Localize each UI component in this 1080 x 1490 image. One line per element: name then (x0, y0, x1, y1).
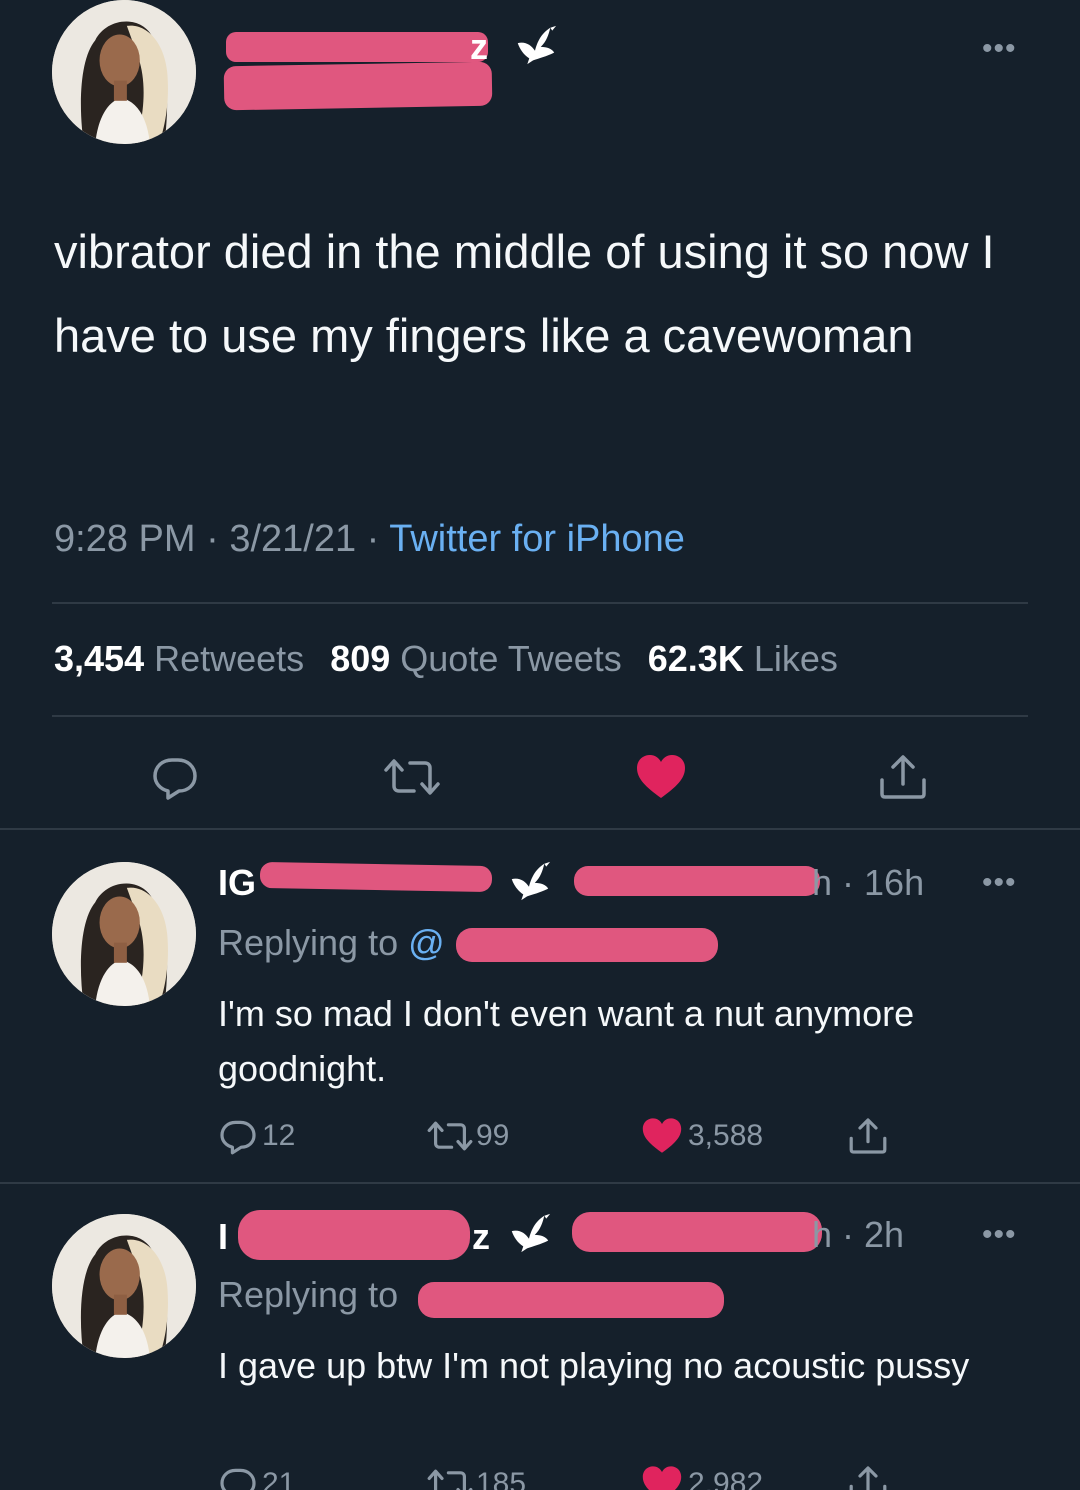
reply-button[interactable]: 12 (218, 1116, 295, 1156)
retweets-stat[interactable]: 3,454 Retweets (54, 638, 304, 679)
dove-icon (506, 1210, 552, 1256)
more-options-icon[interactable]: ••• (982, 868, 1017, 898)
more-options-icon[interactable]: ••• (982, 34, 1017, 64)
username-redaction (238, 1210, 470, 1260)
reply-meta: h · 2h (812, 1214, 905, 1255)
retweet-arrows-icon (384, 759, 440, 795)
share-upload-icon (880, 755, 926, 799)
divider (0, 1182, 1080, 1184)
separator: · (366, 518, 390, 560)
handle-tail: h (812, 1214, 833, 1255)
display-name-fragment: IG (218, 862, 257, 903)
reply-meta: h · 16h (812, 862, 925, 903)
display-name-fragment: z (472, 1216, 490, 1257)
like-count: 2,982 (688, 1467, 764, 1490)
dove-icon (512, 22, 558, 68)
replying-to: Replying to (218, 1274, 398, 1316)
handle-redaction (572, 1212, 822, 1252)
quotes-label: Quote Tweets (400, 638, 622, 679)
retweet-button[interactable]: 99 (424, 1116, 509, 1156)
reply-age: 2h (864, 1214, 905, 1255)
handle-redaction (223, 61, 493, 111)
divider (52, 602, 1028, 604)
retweet-button[interactable]: 185 (424, 1464, 526, 1490)
tweet-text: vibrator died in the middle of using it … (54, 225, 995, 362)
speech-bubble-icon (153, 758, 197, 800)
profile-photo (52, 862, 196, 1006)
retweet-button[interactable] (382, 752, 442, 802)
reply-text: I gave up btw I'm not playing no acousti… (218, 1345, 970, 1386)
dove-icon (506, 858, 552, 904)
reply-text: I'm so mad I don't even want a nut anymo… (218, 993, 915, 1089)
speech-bubble-icon (220, 1468, 256, 1490)
share-button[interactable] (876, 752, 930, 802)
reply-age: 16h (864, 862, 925, 903)
separator: · (206, 518, 230, 560)
avatar[interactable] (52, 0, 196, 144)
like-button[interactable]: 2,982 (640, 1464, 763, 1490)
likes-count: 62.3K (647, 638, 744, 679)
share-upload-icon (849, 1118, 887, 1154)
tweet-date: 3/21/21 (229, 518, 357, 560)
more-options-icon[interactable]: ••• (982, 1220, 1017, 1250)
handle-tail: h (812, 862, 833, 903)
share-button[interactable] (846, 1464, 890, 1490)
avatar[interactable] (52, 1214, 196, 1358)
retweet-count: 185 (476, 1467, 527, 1490)
display-name-fragment: I (218, 1216, 229, 1257)
quotes-stat[interactable]: 809 Quote Tweets (330, 638, 622, 679)
retweets-count: 3,454 (54, 638, 145, 679)
divider (52, 715, 1028, 717)
reply-count: 21 (262, 1467, 296, 1490)
likes-label: Likes (753, 638, 838, 679)
quotes-count: 809 (330, 638, 391, 679)
heart-icon (642, 1118, 682, 1153)
replying-to-label: Replying to (218, 1274, 399, 1315)
replying-to-label: Replying to (218, 922, 399, 963)
like-count: 3,588 (688, 1119, 764, 1152)
profile-photo (52, 0, 196, 144)
share-upload-icon (849, 1466, 887, 1490)
retweet-arrows-icon (427, 1121, 473, 1151)
divider (0, 828, 1080, 830)
handle-redaction (574, 866, 820, 896)
reply-count: 12 (262, 1119, 296, 1152)
replying-to: Replying to @ (218, 922, 445, 964)
tweet-time: 9:28 PM (54, 518, 196, 560)
retweet-arrows-icon (427, 1469, 473, 1490)
reply-button[interactable]: 21 (218, 1464, 295, 1490)
tweet-stats: 3,454 Retweets 809 Quote Tweets 62.3K Like… (54, 638, 838, 680)
replying-to-handle[interactable]: @ (408, 922, 445, 963)
share-button[interactable] (846, 1116, 890, 1156)
tweet-source-link[interactable]: Twitter for iPhone (389, 518, 685, 560)
heart-icon (637, 755, 685, 798)
replying-handle-redaction (456, 928, 718, 962)
like-button[interactable] (634, 752, 688, 802)
profile-photo (52, 1214, 196, 1358)
retweet-count: 99 (476, 1119, 510, 1152)
avatar[interactable] (52, 862, 196, 1006)
heart-icon (642, 1466, 682, 1490)
replying-handle-redaction (418, 1282, 724, 1318)
likes-stat[interactable]: 62.3K Likes (648, 638, 838, 679)
tweet-timestamp: 9:28 PM · 3/21/21 · Twitter for iPhone (54, 518, 685, 561)
speech-bubble-icon (220, 1120, 256, 1155)
retweets-label: Retweets (154, 638, 305, 679)
username-redaction (259, 861, 493, 893)
reply-button[interactable] (150, 752, 200, 802)
like-button[interactable]: 3,588 (640, 1116, 763, 1156)
username-redaction (226, 32, 488, 62)
